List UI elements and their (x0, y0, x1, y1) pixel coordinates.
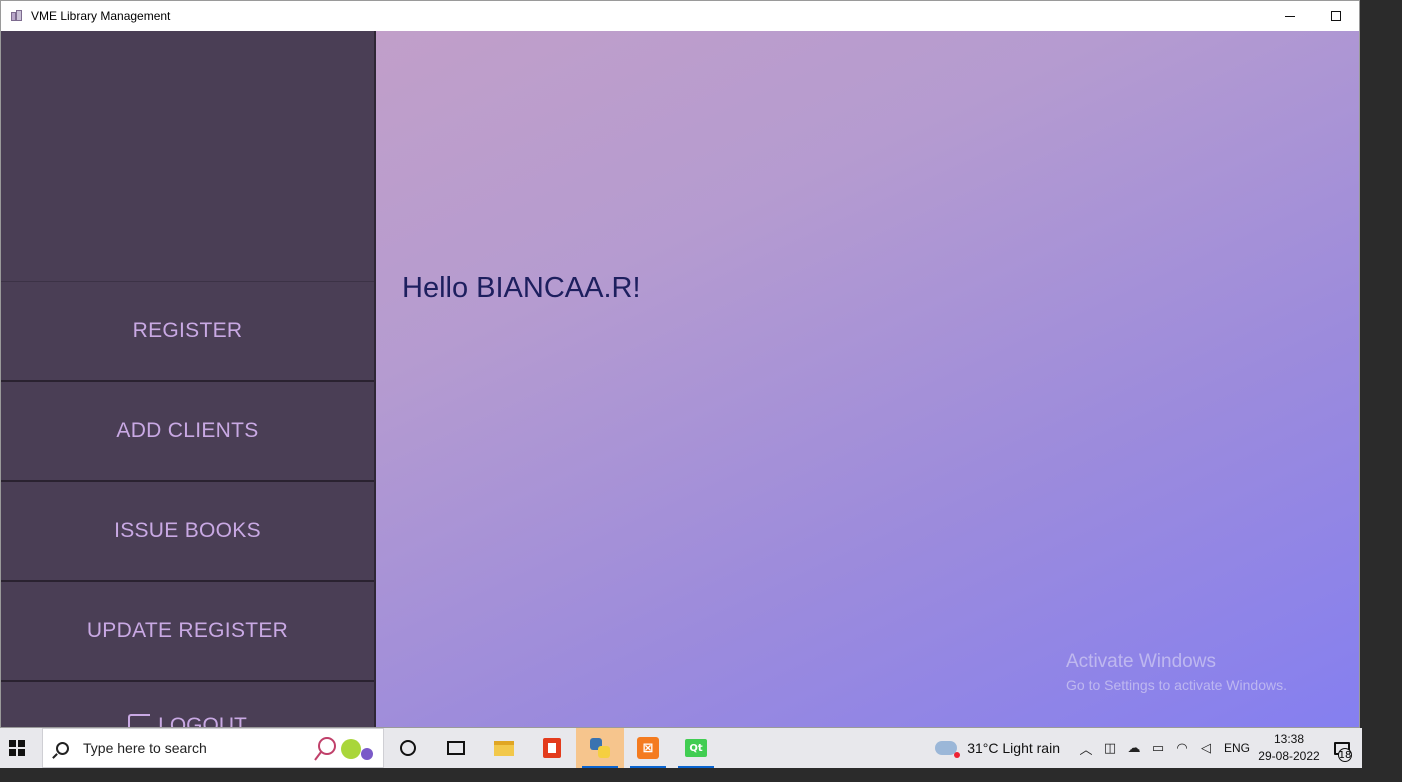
sidebar-header (1, 31, 374, 282)
python-button[interactable] (576, 728, 624, 768)
main-panel: Hello BIANCAA.R! Activate Windows Go to … (376, 31, 1359, 727)
register-button[interactable]: REGISTER (1, 282, 374, 382)
weather-icon[interactable] (935, 741, 961, 758)
watermark-title: Activate Windows (1066, 651, 1216, 672)
file-explorer-button[interactable] (480, 728, 528, 768)
logout-button[interactable]: LOGOUT (1, 682, 374, 728)
cortana-icon (400, 740, 416, 756)
app-window: VME Library Management REGISTER ADD CLIE… (0, 0, 1360, 728)
clock-time: 13:38 (1273, 732, 1305, 746)
notification-count-badge: 18 (1338, 748, 1352, 762)
volume-icon[interactable]: ◁ (1194, 741, 1218, 756)
logout-label: LOGOUT (158, 714, 247, 728)
xampp-button[interactable]: ⊠ (624, 728, 672, 768)
office-button[interactable] (528, 728, 576, 768)
taskbar: Type here to search ⊠ Qt 31°C Light rain… (0, 728, 1362, 768)
watermark-subtitle: Go to Settings to activate Windows. (1066, 677, 1287, 693)
battery-icon[interactable]: ▭ (1146, 741, 1170, 756)
app-content: REGISTER ADD CLIENTS ISSUE BOOKS UPDATE … (1, 31, 1359, 728)
cortana-button[interactable] (384, 728, 432, 768)
search-highlight-icon (314, 737, 373, 761)
activate-windows-watermark: Activate Windows Go to Settings to activ… (1066, 651, 1287, 693)
python-icon (590, 738, 610, 758)
onedrive-icon[interactable]: ☁ (1122, 741, 1146, 756)
wifi-icon[interactable]: ◠ (1170, 741, 1194, 756)
system-tray: 31°C Light rain ︿ ◫ ☁ ▭ ◠ ◁ ENG 13:38 29… (935, 728, 1362, 768)
window-controls (1267, 1, 1359, 31)
taskbar-search[interactable]: Type here to search (42, 728, 384, 768)
start-button[interactable] (0, 728, 34, 768)
qt-button[interactable]: Qt (672, 728, 720, 768)
maximize-button[interactable] (1313, 1, 1359, 31)
sidebar: REGISTER ADD CLIENTS ISSUE BOOKS UPDATE … (1, 31, 376, 728)
update-register-button[interactable]: UPDATE REGISTER (1, 582, 374, 682)
window-title: VME Library Management (31, 9, 171, 23)
clock[interactable]: 13:38 29-08-2022 (1256, 731, 1322, 765)
task-view-icon (447, 741, 465, 755)
books-app-icon (10, 9, 24, 23)
notification-button[interactable]: 18 (1322, 728, 1362, 768)
chevron-up-icon[interactable]: ︿ (1074, 739, 1098, 758)
search-icon (56, 741, 69, 755)
maximize-icon (1331, 11, 1341, 21)
minimize-button[interactable] (1267, 1, 1313, 31)
add-clients-button[interactable]: ADD CLIENTS (1, 382, 374, 482)
issue-books-button[interactable]: ISSUE BOOKS (1, 482, 374, 582)
greeting-text: Hello BIANCAA.R! (402, 272, 641, 304)
logout-icon (128, 714, 151, 727)
minimize-icon (1285, 15, 1295, 17)
title-bar[interactable]: VME Library Management (1, 1, 1359, 31)
search-placeholder: Type here to search (83, 740, 207, 756)
meet-now-icon[interactable]: ◫ (1098, 741, 1122, 756)
office-icon (543, 738, 561, 758)
language-indicator[interactable]: ENG (1224, 741, 1250, 755)
windows-logo-icon (9, 740, 25, 756)
xampp-icon: ⊠ (637, 737, 659, 759)
task-view-button[interactable] (432, 728, 480, 768)
clock-date: 29-08-2022 (1258, 749, 1320, 763)
file-explorer-icon (494, 740, 514, 756)
weather-text[interactable]: 31°C Light rain (967, 740, 1060, 756)
qt-icon: Qt (685, 739, 707, 757)
